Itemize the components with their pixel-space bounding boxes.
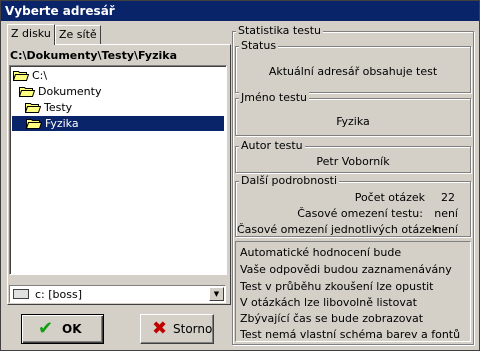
- ok-button-label: OK: [62, 322, 82, 336]
- close-icon: ✖: [152, 318, 168, 339]
- test-name-title: Jméno testu: [239, 91, 310, 104]
- checkmark-icon: ✔: [38, 318, 54, 339]
- details-title: Další podrobnosti: [239, 174, 340, 187]
- test-statistics-title: Statistika testu: [236, 24, 324, 37]
- question-count-value: 22: [441, 191, 455, 204]
- question-time-limit-label: Časové omezení jednotlivých otázek:: [237, 223, 442, 236]
- tree-item-root[interactable]: C:\: [13, 68, 47, 83]
- test-name-text: Fyzika: [336, 115, 370, 128]
- tree-item-fyzika[interactable]: Fyzika: [12, 116, 224, 131]
- drive-select[interactable]: c: [boss] ▼: [9, 285, 226, 303]
- feature-line: V otázkách lze libovolně listovat: [240, 296, 417, 309]
- feature-line: Automatické hodnocení bude: [240, 246, 402, 259]
- cancel-button-label: Storno: [173, 322, 213, 336]
- tab-from-disk[interactable]: Z disku: [7, 24, 55, 45]
- test-author-text: Petr Voborník: [316, 155, 390, 168]
- tree-item-testy[interactable]: Testy: [25, 100, 72, 115]
- tab-from-network[interactable]: Ze sítě: [55, 25, 101, 44]
- ok-button[interactable]: ✔ OK: [21, 314, 104, 344]
- feature-line: Vaše odpovědi budou zaznamenávány: [240, 263, 452, 276]
- tree-item-dokumenty[interactable]: Dokumenty: [19, 84, 101, 99]
- select-directory-dialog: Vyberte adresář Z disku Ze sítě C:\Dokum…: [0, 0, 480, 351]
- status-text: Aktuální adresář obsahuje test: [268, 65, 438, 78]
- feature-line: Zbývající čas se bude zobrazovat: [240, 312, 424, 325]
- question-count-label: Počet otázek: [354, 191, 425, 204]
- tree-item-label: Testy: [44, 101, 73, 114]
- current-path: C:\Dokumenty\Testy\Fyzika: [10, 49, 178, 62]
- open-folder-icon: [19, 87, 35, 97]
- test-time-limit-value: není: [434, 207, 458, 220]
- directory-tree[interactable]: C:\ Dokumenty Testy Fyzika: [9, 65, 227, 275]
- test-author-title: Autor testu: [239, 139, 305, 152]
- drive-select-value: c: [boss]: [35, 288, 83, 301]
- feature-line: Test v průběhu zkoušení lze opustit: [240, 280, 434, 293]
- tree-item-label: Fyzika: [45, 117, 79, 130]
- feature-line: Test nemá vlastní schéma barev a fontů: [240, 328, 461, 341]
- open-folder-icon: [26, 119, 42, 129]
- open-folder-icon: [13, 71, 29, 81]
- open-folder-icon: [25, 103, 41, 113]
- window-title: Vyberte adresář: [1, 1, 479, 21]
- tree-item-label: Dokumenty: [38, 85, 102, 98]
- question-time-limit-value: není: [434, 223, 458, 236]
- test-time-limit-label: Časové omezení testu:: [297, 207, 423, 220]
- tree-item-label: C:\: [32, 69, 48, 82]
- chevron-down-icon[interactable]: ▼: [209, 287, 224, 301]
- drive-icon: [13, 289, 29, 299]
- cancel-button[interactable]: ✖ Storno: [140, 314, 214, 344]
- status-title: Status: [239, 39, 279, 52]
